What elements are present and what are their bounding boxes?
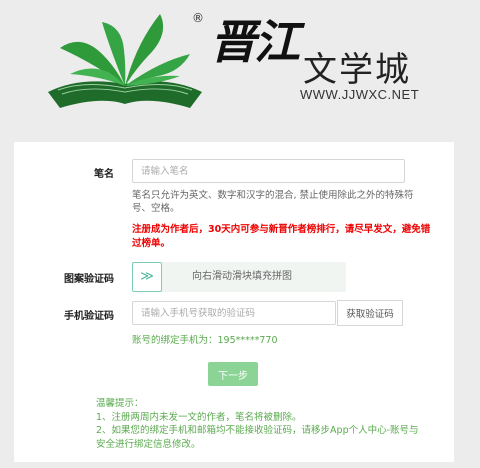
next-step-button[interactable]: 下一步	[208, 362, 258, 386]
bound-phone-note: 账号的绑定手机为：195*****770	[132, 335, 278, 346]
get-code-button[interactable]: 获取验证码	[337, 300, 403, 326]
slider-captcha[interactable]: ≫ 向右滑动滑块填充拼图	[132, 262, 346, 292]
registered-mark: ®	[192, 11, 204, 25]
penname-label: 笔名	[94, 169, 114, 180]
penname-hint: 笔名只允许为英文、数字和汉字的混合, 禁止使用除此之外的特殊符号、空格。	[132, 190, 414, 214]
tips-title: 温馨提示：	[96, 398, 144, 409]
tips-line-2: 2、如果您的绑定手机和邮箱均不能接收验证码，请移步App个人中心-账号与安全进行…	[96, 425, 419, 450]
slider-instruction: 向右滑动滑块填充拼图	[192, 271, 292, 282]
brand-title: 晋江	[210, 15, 300, 69]
tips-line-1: 1、注册两周内未发一文的作者，笔名将被删除。	[96, 411, 302, 423]
phone-code-input[interactable]	[132, 301, 336, 325]
brand-subtitle: 文学城	[303, 50, 411, 90]
slider-handle[interactable]: ≫	[132, 262, 162, 292]
site-header: ® 晋江 文学城 WWW.JJWXC.NET	[0, 0, 480, 140]
phone-code-label: 手机验证码	[64, 311, 114, 322]
book-leaf-logo-icon	[48, 14, 202, 108]
penname-warning: 注册成为作者后，30天内可参与新晋作者榜排行，请尽早发文，避免错过榜单。	[132, 224, 431, 249]
brand-url: WWW.JJWXC.NET	[300, 87, 420, 102]
captcha-label: 图案验证码	[64, 274, 114, 285]
tips-box: 温馨提示： 1、注册两周内未发一文的作者，笔名将被删除。 2、如果您的绑定手机和…	[96, 397, 426, 451]
author-register-form: 笔名 笔名只允许为英文、数字和汉字的混合, 禁止使用除此之外的特殊符号、空格。 …	[14, 142, 454, 462]
penname-input[interactable]	[132, 159, 405, 183]
